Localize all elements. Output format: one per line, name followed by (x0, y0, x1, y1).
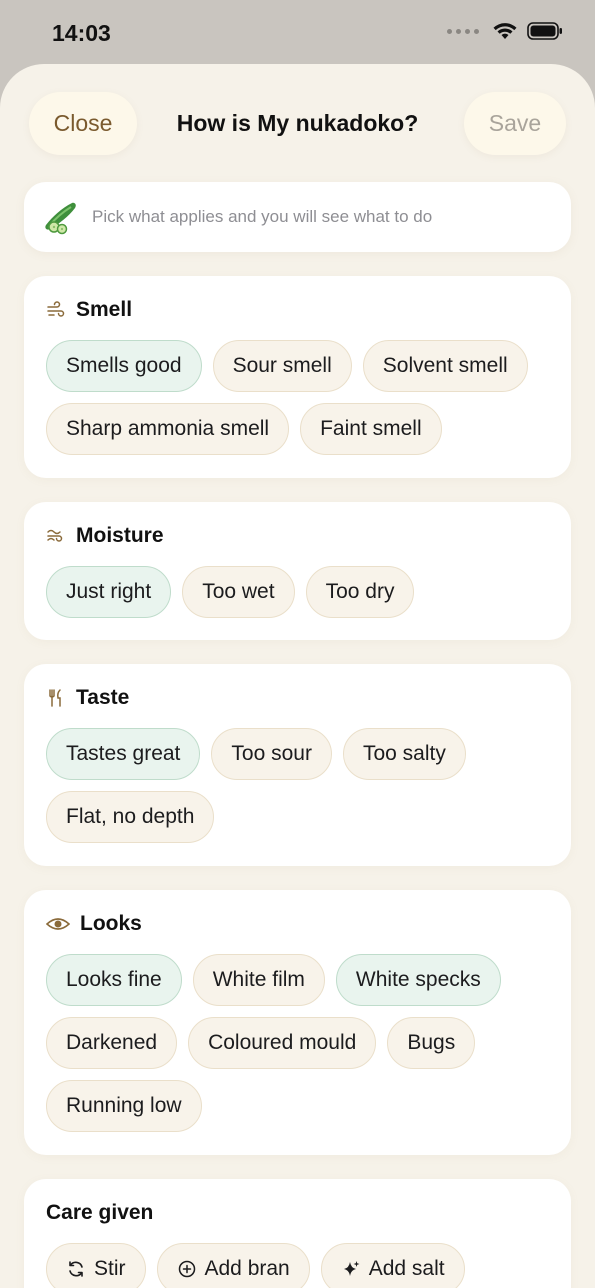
chip-flat-no-depth[interactable]: Flat, no depth (46, 791, 215, 843)
hint-card: Pick what applies and you will see what … (24, 182, 571, 252)
battery-icon (527, 22, 562, 40)
chip-add-salt-label: Add salt (368, 1257, 445, 1280)
chip-white-film[interactable]: White film (192, 954, 325, 1006)
taste-header: Taste (46, 686, 129, 710)
taste-chips: Tastes great Too sour Too salty Flat, no… (46, 728, 551, 854)
looks-title: Looks (80, 912, 142, 935)
save-button[interactable]: Save (464, 92, 566, 155)
smell-header: Smell (46, 298, 132, 322)
care-chips: Stir Add bran Add salt (46, 1243, 551, 1288)
fork-knife-icon (49, 689, 61, 707)
taste-title: Taste (76, 686, 130, 709)
chip-too-dry[interactable]: Too dry (305, 566, 415, 618)
chip-stir[interactable]: Stir (46, 1243, 146, 1288)
chip-sharp-ammonia-smell[interactable]: Sharp ammonia smell (46, 403, 290, 455)
care-title: Care given (46, 1201, 154, 1224)
refresh-icon (69, 1261, 83, 1277)
looks-header: Looks (46, 912, 142, 936)
chip-bugs[interactable]: Bugs (387, 1017, 476, 1069)
care-header: Care given (46, 1201, 153, 1225)
chip-running-low[interactable]: Running low (46, 1080, 202, 1132)
chip-stir-label: Stir (94, 1257, 126, 1280)
chip-too-salty[interactable]: Too salty (342, 728, 466, 780)
status-time: 14:03 (52, 20, 111, 46)
chip-white-specks[interactable]: White specks (335, 954, 501, 1006)
smell-title: Smell (76, 298, 133, 321)
taste-card: Taste Tastes great Too sour Too salty Fl… (24, 664, 571, 866)
chip-smells-good[interactable]: Smells good (46, 340, 202, 392)
eye-icon (46, 918, 70, 930)
chip-add-bran[interactable]: Add bran (156, 1243, 310, 1288)
chip-add-salt[interactable]: Add salt (320, 1243, 465, 1288)
wind-icon (47, 301, 65, 317)
chip-just-right[interactable]: Just right (46, 566, 172, 618)
plus-circle-icon (178, 1260, 195, 1278)
care-card: Care given Stir Add bran Add salt (24, 1179, 571, 1288)
chip-sour-smell[interactable]: Sour smell (212, 340, 352, 392)
chip-tastes-great[interactable]: Tastes great (46, 728, 201, 780)
looks-card: Looks Looks fine White film White specks… (24, 890, 571, 1155)
chip-looks-fine[interactable]: Looks fine (46, 954, 182, 1006)
status-icons (447, 22, 563, 40)
cucumber-icon (45, 202, 76, 235)
smell-card: Smell Smells good Sour smell Solvent sme… (24, 276, 571, 478)
status-bar: 14:03 (0, 0, 595, 64)
wifi-icon (493, 23, 517, 39)
wind-wave-icon (47, 529, 63, 542)
chip-too-wet[interactable]: Too wet (182, 566, 295, 618)
moisture-chips: Just right Too wet Too dry (46, 566, 551, 629)
chip-coloured-mould[interactable]: Coloured mould (188, 1017, 377, 1069)
chip-add-bran-label: Add bran (204, 1257, 290, 1280)
hint-text: Pick what applies and you will see what … (92, 207, 433, 226)
moisture-title: Moisture (76, 524, 164, 547)
moisture-card: Moisture Just right Too wet Too dry (24, 502, 571, 640)
sheet: Close How is My nukadoko? Save Pick what… (0, 64, 595, 1288)
chip-too-sour[interactable]: Too sour (211, 728, 332, 780)
looks-chips: Looks fine White film White specks Darke… (46, 954, 551, 1143)
chip-solvent-smell[interactable]: Solvent smell (362, 340, 528, 392)
smell-chips: Smells good Sour smell Solvent smell Sha… (46, 340, 551, 466)
signal-dots-icon (447, 28, 479, 34)
sparkle-icon (343, 1261, 360, 1276)
chip-darkened[interactable]: Darkened (46, 1017, 178, 1069)
moisture-header: Moisture (46, 524, 164, 548)
chip-faint-smell[interactable]: Faint smell (300, 403, 442, 455)
